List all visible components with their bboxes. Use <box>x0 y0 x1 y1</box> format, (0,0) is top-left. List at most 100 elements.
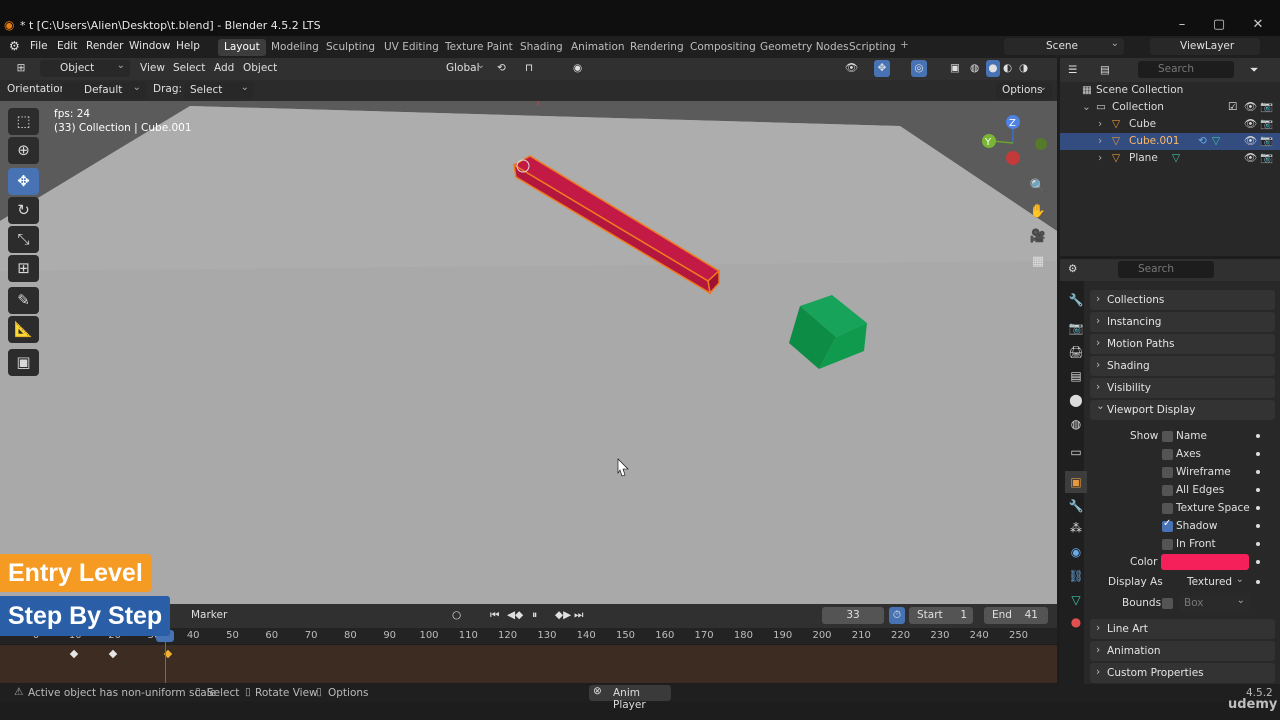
shading-material-icon[interactable]: ◐ <box>1003 60 1012 77</box>
panel-instancing[interactable]: Instancing <box>1090 311 1275 332</box>
pause-icon[interactable]: ⏸ <box>532 607 537 624</box>
measure-tool-icon[interactable]: 📐 <box>8 316 39 343</box>
menu-help[interactable]: Help <box>176 40 200 52</box>
properties-search-input[interactable]: Search <box>1118 261 1214 278</box>
checkbox-texture-space[interactable] <box>1162 503 1173 514</box>
transform-orientation-dropdown[interactable]: Global <box>426 57 490 77</box>
expand-icon[interactable]: › <box>1098 133 1102 150</box>
close-icon[interactable]: ✕ <box>1251 18 1265 32</box>
menu-render[interactable]: Render <box>86 40 123 52</box>
checkbox-all-edges[interactable] <box>1162 485 1173 496</box>
render-camera-icon[interactable]: 📷 <box>1260 133 1273 150</box>
keyframe-dot[interactable] <box>1256 506 1260 510</box>
drag-dropdown[interactable]: Select Box <box>184 79 254 113</box>
marker-menu[interactable]: Marker <box>191 609 227 621</box>
menu-add[interactable]: Add <box>214 60 234 77</box>
panel-line-art[interactable]: Line Art <box>1090 618 1275 639</box>
constraints-tab-icon[interactable]: ⛓ <box>1065 565 1087 587</box>
checkbox-name[interactable] <box>1162 431 1173 442</box>
jump-start-icon[interactable]: ⏮ <box>490 607 499 624</box>
options-dropdown[interactable]: Options <box>996 79 1052 99</box>
tab-rendering[interactable]: Rendering <box>624 39 690 56</box>
render-camera-icon[interactable]: 📷 <box>1260 150 1273 167</box>
panel-motion-paths[interactable]: Motion Paths <box>1090 333 1275 354</box>
start-frame-field[interactable]: Start 1 <box>909 607 973 624</box>
checkbox-wireframe[interactable] <box>1162 467 1173 478</box>
menu-select[interactable]: Select <box>173 60 205 77</box>
rotate-tool-icon[interactable]: ↻ <box>8 197 39 224</box>
pan-hand-icon[interactable]: ✋ <box>1028 202 1048 222</box>
keyframe-marker[interactable] <box>69 649 79 659</box>
filter-icon[interactable]: ⏷ <box>1250 62 1258 79</box>
navigation-gizmo[interactable]: Z Y <box>982 115 1047 165</box>
visibility-icon[interactable]: 👁 <box>845 60 858 77</box>
tab-uv-editing[interactable]: UV Editing <box>378 39 445 56</box>
expand-icon[interactable]: › <box>1098 150 1102 167</box>
keyframe-dot[interactable] <box>1256 580 1260 584</box>
outliner-item-plane[interactable]: › ▽ Plane ▽ 👁 📷 <box>1060 150 1280 167</box>
scale-tool-icon[interactable]: ⤡ <box>8 226 39 253</box>
exclude-checkbox[interactable]: ☑ <box>1228 99 1237 116</box>
snap-icon[interactable]: ⊓ <box>525 60 533 77</box>
shading-wireframe-icon[interactable]: ◍ <box>970 60 979 77</box>
expand-icon[interactable]: ⌄ <box>1082 99 1091 116</box>
editor-type-icon[interactable]: ⊞ <box>8 60 34 77</box>
bounds-dropdown[interactable]: Box <box>1178 592 1250 612</box>
panel-collections[interactable]: Collections <box>1090 289 1275 310</box>
collection-row[interactable]: ⌄ ▭ Collection ☑ 👁 📷 <box>1060 99 1280 116</box>
tab-scripting[interactable]: Scripting <box>843 39 902 56</box>
panel-custom-properties[interactable]: Custom Properties <box>1090 662 1275 683</box>
prev-keyframe-icon[interactable]: ◀◆ <box>507 607 523 624</box>
scene-tab-icon[interactable]: ⬤ <box>1065 389 1087 411</box>
checkbox-shadow[interactable] <box>1162 518 1173 532</box>
tab-geometry-nodes[interactable]: Geometry Nodes <box>754 39 855 56</box>
output-tab-icon[interactable]: 🖨 <box>1065 341 1087 363</box>
visibility-eye-icon[interactable]: 👁 <box>1244 116 1257 133</box>
perspective-grid-icon[interactable]: ▦ <box>1028 252 1048 272</box>
collection-tab-icon[interactable]: ▭ <box>1065 441 1087 463</box>
blender-menu-icon[interactable]: ⚙ <box>9 39 20 53</box>
zoom-icon[interactable]: 🔍 <box>1028 177 1048 197</box>
annotate-tool-icon[interactable]: ✎ <box>8 287 39 314</box>
view-layer-selector[interactable]: ViewLayer <box>1150 38 1260 55</box>
world-tab-icon[interactable]: ◍ <box>1065 413 1087 435</box>
keyframe-dot[interactable] <box>1256 452 1260 456</box>
render-camera-icon[interactable]: 📷 <box>1260 99 1273 116</box>
shading-rendered-icon[interactable]: ◑ <box>1019 60 1028 77</box>
auto-keying-icon[interactable]: ○ <box>452 607 461 624</box>
next-keyframe-icon[interactable]: ◆▶ <box>555 607 571 624</box>
color-swatch[interactable] <box>1161 554 1249 570</box>
outliner-item-cube[interactable]: › ▽ Cube 👁 📷 <box>1060 116 1280 133</box>
render-tab-icon[interactable]: 📷 <box>1065 317 1087 339</box>
scene-collection-row[interactable]: ▦ Scene Collection <box>1060 82 1280 99</box>
data-tab-icon[interactable]: ▽ <box>1065 589 1087 611</box>
material-tab-icon[interactable]: ● <box>1065 611 1087 633</box>
anim-player-button[interactable]: ⊗ Anim Player <box>589 685 671 711</box>
keyframe-dot[interactable] <box>1256 470 1260 474</box>
keyframe-dot[interactable] <box>1256 560 1260 564</box>
properties-editor-icon[interactable]: ⚙ <box>1068 261 1077 278</box>
checkbox-axes[interactable] <box>1162 449 1173 460</box>
visibility-eye-icon[interactable]: 👁 <box>1244 150 1257 167</box>
orientation-dropdown[interactable]: Default <box>62 79 146 99</box>
tab-animation[interactable]: Animation <box>565 39 631 56</box>
add-workspace-icon[interactable]: + <box>900 39 909 51</box>
outliner-item-cube-001[interactable]: › ▽ Cube.001 ⟲ ▽ 👁 📷 <box>1060 133 1280 150</box>
camera-view-icon[interactable]: 🎥 <box>1028 227 1048 247</box>
cursor-tool-icon[interactable]: ⊕ <box>8 137 39 164</box>
keyframe-dot[interactable] <box>1256 542 1260 546</box>
xray-icon[interactable]: ▣ <box>950 60 960 77</box>
minimize-icon[interactable]: – <box>1175 18 1189 32</box>
expand-icon[interactable]: › <box>1098 116 1102 133</box>
menu-view[interactable]: View <box>140 60 165 77</box>
object-tab-icon[interactable]: ▣ <box>1065 471 1087 493</box>
tab-modeling[interactable]: Modeling <box>265 39 325 56</box>
checkbox-bounds[interactable] <box>1162 598 1173 609</box>
add-cube-tool-icon[interactable]: ▣ <box>8 349 39 376</box>
jump-end-icon[interactable]: ⏭ <box>574 607 583 624</box>
physics-tab-icon[interactable]: ◉ <box>1065 541 1087 563</box>
render-camera-icon[interactable]: 📷 <box>1260 116 1273 133</box>
timeline-track[interactable] <box>0 628 1057 683</box>
keyframe-dot[interactable] <box>1256 524 1260 528</box>
modifier-tab-icon[interactable]: 🔧 <box>1065 495 1087 517</box>
